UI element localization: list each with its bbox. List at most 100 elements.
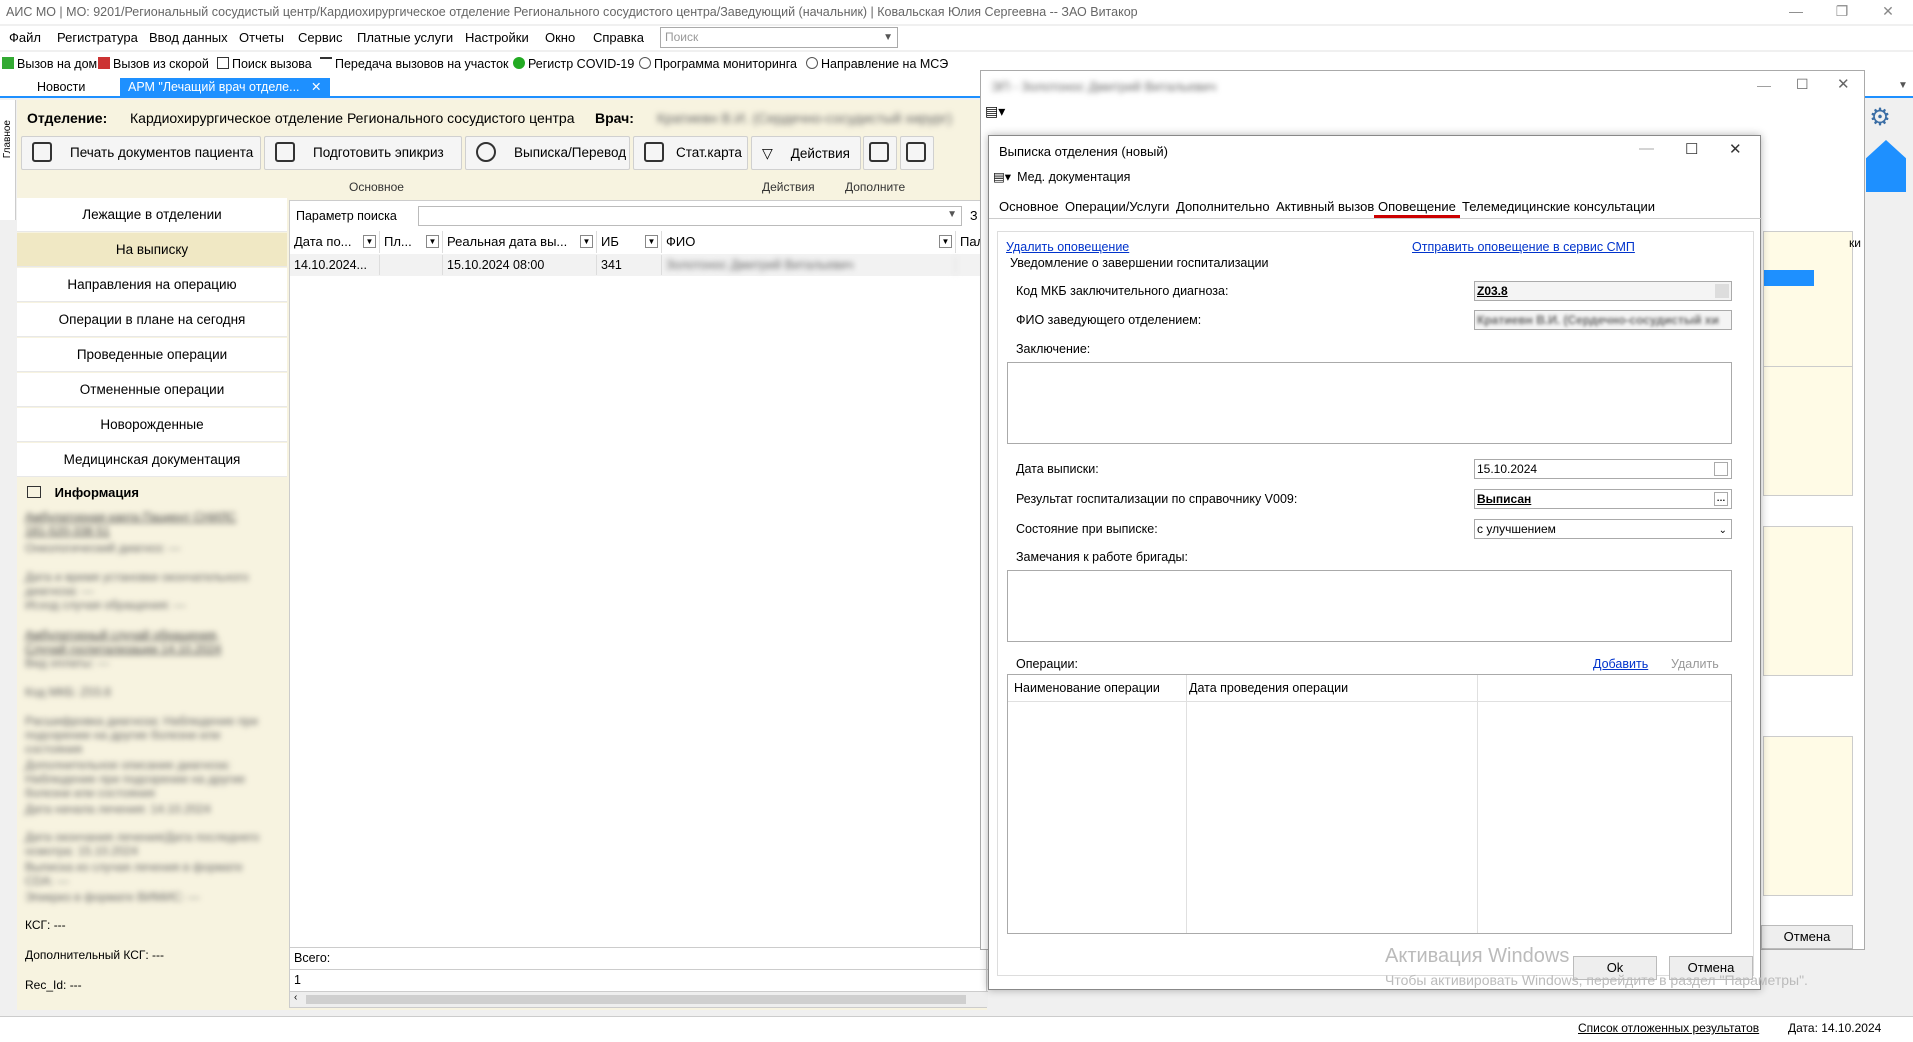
- mkb-field[interactable]: Z03.8: [1474, 281, 1732, 301]
- minimize-icon[interactable]: —: [1776, 0, 1816, 24]
- menu-reports[interactable]: Отчеты: [239, 30, 284, 45]
- prepare-epicrisis-button[interactable]: Подготовить эпикриз: [264, 136, 462, 170]
- home-call-button[interactable]: Вызов на дом: [2, 57, 97, 71]
- left-strip-label[interactable]: Главное: [0, 100, 15, 178]
- nav-for-discharge[interactable]: На выписку: [17, 233, 287, 267]
- menu-file[interactable]: Файл: [9, 30, 41, 45]
- menu-window[interactable]: Окно: [545, 30, 575, 45]
- menu-settings[interactable]: Настройки: [465, 30, 529, 45]
- edit-icon: [27, 486, 41, 498]
- nav-completed-operations[interactable]: Проведенные операции: [17, 338, 287, 372]
- med-docs-menu[interactable]: ▤▾ Мед. документация: [993, 166, 1130, 188]
- close-icon[interactable]: ✕: [1868, 0, 1908, 24]
- monitoring-program-button[interactable]: Программа мониторинга: [639, 57, 797, 71]
- actions-button[interactable]: ▽ Действия: [751, 136, 861, 170]
- filter-icon[interactable]: ▼: [645, 235, 658, 248]
- tabs-scroll-icon[interactable]: ▼: [1898, 80, 1908, 91]
- nav-todays-operations[interactable]: Операции в плане на сегодня: [17, 303, 287, 337]
- info-blurred-line[interactable]: Амбулаторный случай обращения,: [25, 628, 219, 642]
- close-icon[interactable]: ✕: [1837, 75, 1850, 93]
- head-field[interactable]: Кратиевн В.И. (Сердечно-сосудистый хи: [1474, 310, 1732, 330]
- col-header-pl[interactable]: Пл... ▼: [380, 231, 443, 253]
- chevron-down-icon[interactable]: ⌄: [1719, 522, 1727, 540]
- stat-card-button[interactable]: Стат.карта: [633, 136, 748, 170]
- filter-icon[interactable]: ▼: [580, 235, 593, 248]
- info-blurred-line[interactable]: Амбулаторная карта Пациент СНИЛС: [25, 510, 236, 524]
- delete-operation-link[interactable]: Удалить: [1671, 657, 1719, 671]
- filter-icon[interactable]: ▼: [939, 235, 952, 248]
- horizontal-scrollbar[interactable]: ‹: [290, 991, 988, 1007]
- clipboard-icon: [644, 142, 664, 162]
- col-header-fio[interactable]: ФИО ▼: [662, 231, 956, 253]
- tab-arm-doctor[interactable]: АРМ "Лечащий врач отделе... ✕: [120, 78, 330, 98]
- tab-operations-services[interactable]: Операции/Услуги: [1061, 196, 1173, 218]
- calendar-icon[interactable]: [1714, 462, 1728, 476]
- info-blurred-line[interactable]: Случай госпитализации 14.10.2024: [25, 642, 221, 656]
- info-blurred-line: CDA: ---: [25, 874, 69, 888]
- filter-icon[interactable]: ▼: [426, 235, 439, 248]
- transfer-calls-button[interactable]: Передача вызовов на участок: [320, 57, 509, 71]
- send-notification-link[interactable]: Отправить оповещение в сервис СМП: [1412, 240, 1635, 254]
- close-tab-icon[interactable]: ✕: [311, 80, 321, 94]
- postponed-results-link[interactable]: Список отложенных результатов: [1578, 1021, 1759, 1035]
- find-call-button[interactable]: Поиск вызова: [217, 57, 312, 71]
- table-row[interactable]: 14.10.2024... 15.10.2024 08:00 341 Золот…: [290, 254, 988, 276]
- tab-additional[interactable]: Дополнительно: [1172, 196, 1274, 218]
- ops-col-name[interactable]: Наименование операции: [1014, 681, 1160, 695]
- add-operation-link[interactable]: Добавить: [1593, 657, 1648, 671]
- bg-cancel-button[interactable]: Отмена: [1761, 925, 1853, 949]
- col-header-date[interactable]: Дата по... ▼: [290, 231, 380, 253]
- mse-referral-label: Направление на МСЭ: [821, 57, 949, 71]
- scroll-left-icon[interactable]: ‹: [294, 992, 297, 1003]
- menu-registry[interactable]: Регистратура: [57, 30, 138, 45]
- close-icon[interactable]: ✕: [1729, 140, 1742, 158]
- tab-notification[interactable]: Оповещение: [1374, 196, 1460, 218]
- maximize-icon[interactable]: ☐: [1796, 76, 1809, 93]
- more-icon[interactable]: …: [1714, 492, 1728, 506]
- ambulance-icon: [98, 57, 110, 69]
- filter-icon[interactable]: ▼: [363, 235, 376, 248]
- state-select[interactable]: с улучшением ⌄: [1474, 519, 1732, 539]
- remarks-textarea[interactable]: [1007, 570, 1732, 642]
- extra-button-1[interactable]: [863, 136, 897, 170]
- gear-icon[interactable]: ⚙: [1866, 104, 1894, 132]
- ops-col-date[interactable]: Дата проведения операции: [1189, 681, 1348, 695]
- minimize-icon[interactable]: —: [1757, 77, 1771, 93]
- restore-icon[interactable]: ❐: [1822, 0, 1862, 24]
- covid-registry-button[interactable]: Регистр COVID-19: [513, 57, 634, 71]
- maximize-icon[interactable]: ☐: [1685, 140, 1698, 158]
- scroll-thumb[interactable]: [306, 995, 966, 1004]
- info-header[interactable]: Информация: [17, 482, 287, 504]
- search-input[interactable]: Поиск ▼: [660, 27, 898, 48]
- menu-paid-services[interactable]: Платные услуги: [357, 30, 453, 45]
- minimize-icon[interactable]: —: [1639, 140, 1654, 157]
- tab-active-call[interactable]: Активный вызов: [1272, 196, 1378, 218]
- discharge-transfer-button[interactable]: Выписка/Перевод: [465, 136, 630, 170]
- nav-newborns[interactable]: Новорожденные: [17, 408, 287, 442]
- extra-button-2[interactable]: [900, 136, 934, 170]
- lookup-icon[interactable]: [1715, 284, 1729, 298]
- info-blurred-line[interactable]: 181-520-338 51: [25, 524, 110, 538]
- conclusion-textarea[interactable]: [1007, 362, 1732, 444]
- col-header-real-date[interactable]: Реальная дата вы... ▼: [443, 231, 597, 253]
- tab-telemedicine[interactable]: Телемедицинские консультации: [1458, 196, 1659, 218]
- print-documents-button[interactable]: Печать документов пациента: [21, 136, 261, 170]
- tab-main[interactable]: Основное: [995, 196, 1063, 218]
- nav-surgery-referrals[interactable]: Направления на операцию: [17, 268, 287, 302]
- mse-referral-button[interactable]: Направление на МСЭ: [806, 57, 948, 71]
- nav-lying-in-department[interactable]: Лежащие в отделении: [17, 198, 287, 232]
- menu-data-entry[interactable]: Ввод данных: [149, 30, 228, 45]
- tab-news[interactable]: Новости: [29, 78, 93, 98]
- chevron-down-icon[interactable]: ▼: [883, 28, 893, 47]
- nav-medical-documentation[interactable]: Медицинская документация: [17, 443, 287, 477]
- search-param-select[interactable]: ▼: [418, 206, 962, 226]
- menu-help[interactable]: Справка: [593, 30, 644, 45]
- menu-service[interactable]: Сервис: [298, 30, 343, 45]
- result-field[interactable]: Выписан…: [1474, 489, 1732, 509]
- nav-cancelled-operations[interactable]: Отмененные операции: [17, 373, 287, 407]
- col-header-ib[interactable]: ИБ ▼: [597, 231, 662, 253]
- delete-notification-link[interactable]: Удалить оповещение: [1006, 240, 1129, 254]
- ambulance-call-button[interactable]: Вызов из скорой: [98, 57, 209, 71]
- doc-menu-icon[interactable]: ▤▾: [985, 103, 1005, 120]
- discharge-date-field[interactable]: 15.10.2024: [1474, 459, 1732, 479]
